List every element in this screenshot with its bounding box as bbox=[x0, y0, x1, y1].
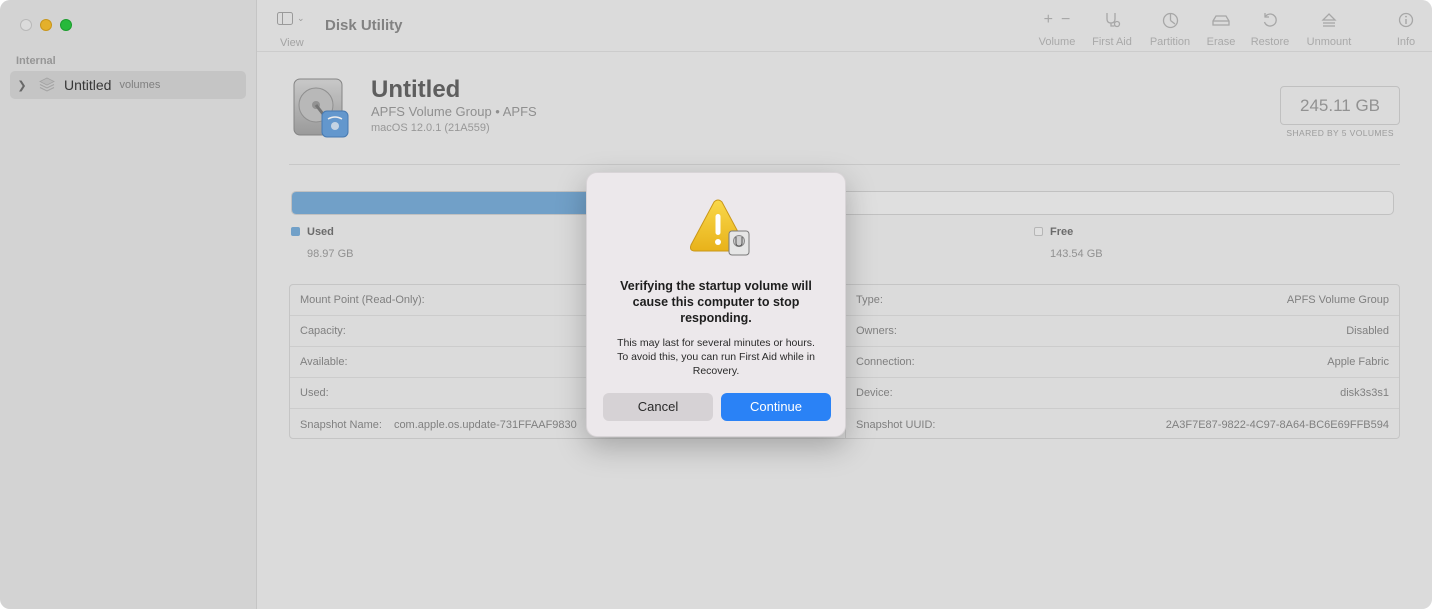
cancel-button[interactable]: Cancel bbox=[603, 393, 713, 421]
continue-button[interactable]: Continue bbox=[721, 393, 831, 421]
warning-icon bbox=[690, 199, 750, 256]
alert-title: Verifying the startup volume will cause … bbox=[620, 279, 812, 325]
disk-utility-window: Internal ❯ Untitled volumes ⌄ View Disk … bbox=[0, 0, 1432, 609]
alert-dialog: Verifying the startup volume will cause … bbox=[586, 172, 846, 437]
alert-message: This may last for several minutes or hou… bbox=[617, 337, 815, 377]
